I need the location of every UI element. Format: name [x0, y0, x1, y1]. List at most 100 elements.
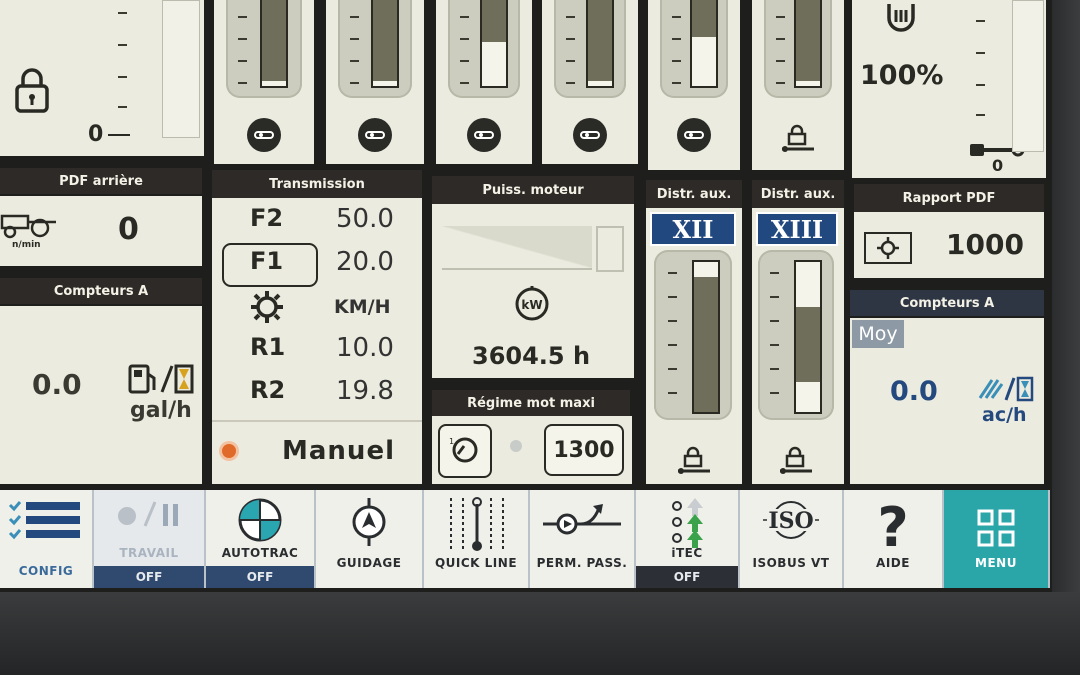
toolbar-button-menu[interactable]: MENU [944, 490, 1050, 588]
compteurs-left-panel[interactable]: 0.0 gal/h [0, 306, 202, 484]
itec-sequence-icon [636, 496, 738, 552]
distr-left-panel[interactable]: XII [646, 208, 742, 484]
toolbar-button-autotrac[interactable]: AUTOTRAC OFF [206, 490, 316, 588]
help-icon: ? [844, 496, 942, 552]
distr-right-gauge [758, 250, 834, 420]
toolbar-button-itec[interactable]: iTEC OFF [636, 490, 740, 588]
toolbar-button-travail[interactable]: TRAVAIL OFF [94, 490, 206, 588]
isobus-logo-icon: ISO [740, 496, 842, 546]
valve-control-button-5[interactable] [677, 118, 711, 152]
distr-left-fill [694, 277, 718, 412]
valve-control-button-2[interactable] [358, 118, 392, 152]
tractor-pto-icon [0, 210, 60, 244]
top-gauge-panel-2[interactable] [326, 0, 424, 164]
toolbar-state: OFF [94, 566, 204, 588]
top-gauge-bar-1 [260, 0, 288, 88]
gear-value-0: 50.0 [336, 204, 394, 234]
mode-indicator-dot [222, 444, 236, 458]
compteurs-right-unit: ac/h [982, 404, 1027, 426]
toolbar-label: AIDE [876, 556, 910, 570]
top-gauge-1 [226, 0, 302, 98]
rapport-pdf-panel[interactable]: 1000 [854, 212, 1044, 278]
gear-value-3: 10.0 [336, 333, 394, 363]
valve-icon [365, 131, 385, 139]
pdf-arriere-unit: n/min [12, 240, 41, 250]
distr-right-panel[interactable]: XIII [752, 208, 844, 484]
svg-text:?: ? [877, 496, 908, 552]
toolbar-label: QUICK LINE [434, 556, 518, 570]
top-gauge-5 [660, 0, 728, 98]
distr-right-bar [794, 260, 822, 414]
percent-gauge-panel[interactable]: 100% 0 [852, 0, 1046, 178]
top-gauge-bar-3 [480, 0, 508, 88]
toolbar-label: TRAVAIL [119, 546, 179, 560]
gear-value-1: 20.0 [336, 247, 394, 277]
regime-indicator-dot [510, 440, 522, 452]
top-gauge-panel-3[interactable] [436, 0, 532, 164]
svg-text:1: 1 [449, 437, 454, 446]
distr-left-gauge [654, 250, 732, 420]
rapport-pdf-header: Rapport PDF [854, 184, 1044, 212]
top-gauge-4 [554, 0, 626, 98]
top-gauge-panel-1[interactable] [214, 0, 314, 164]
toolbar-button-perm-pass[interactable]: PERM. PASS. [530, 490, 636, 588]
regime-header: Régime mot maxi [432, 390, 630, 416]
gear-label-r1: R1 [250, 333, 286, 361]
lock-gauge-panel[interactable]: 0 [0, 0, 204, 156]
toolbar-button-quick-line[interactable]: QUICK LINE [424, 490, 530, 588]
engine-speed-icon: 1 [449, 437, 478, 463]
compteurs-right-panel[interactable]: Moy 0.0 ac/h [850, 318, 1044, 484]
toolbar-button-isobus-vt[interactable]: ISO ISOBUS VT [740, 490, 844, 588]
top-gauge-panel-6[interactable] [752, 0, 844, 170]
regime-value-field[interactable]: 1300 [544, 424, 624, 476]
toolbar-state: OFF [636, 566, 738, 588]
toolbar-button-aide[interactable]: ? AIDE [844, 490, 944, 588]
svg-text:ISO: ISO [768, 508, 813, 534]
compteurs-left-header: Compteurs A [0, 278, 202, 304]
valve-control-button-4[interactable] [573, 118, 607, 152]
distr-right-fill [796, 307, 820, 382]
engine-speed-button[interactable]: 1 [438, 424, 492, 478]
top-gauge-6 [764, 0, 832, 98]
regime-panel[interactable]: 1 1300 [432, 416, 632, 484]
toolbar-label: MENU [975, 556, 1017, 570]
menu-grid-icon [944, 508, 1048, 548]
gear-label-r2: R2 [250, 376, 286, 404]
power-wedge-graph [442, 226, 592, 270]
puissance-panel[interactable]: kW 3604.5 h [432, 204, 634, 378]
gear-icon [250, 290, 284, 328]
bezel-bottom [0, 592, 1080, 675]
toolbar-button-guidage[interactable]: GUIDAGE [316, 490, 424, 588]
lock-gauge-bar [162, 0, 200, 138]
moy-tag[interactable]: Moy [852, 320, 904, 348]
area-timer-icon [978, 376, 1036, 406]
compteurs-left-unit: gal/h [130, 398, 192, 423]
transmission-panel[interactable]: F2 50.0 F1 20.0 KM/H R1 10.0 R2 19.8 Manuel [212, 198, 422, 484]
top-gauge-fill-4 [588, 0, 612, 81]
top-gauge-panel-5[interactable] [648, 0, 740, 170]
toolbar-label: ISOBUS VT [752, 556, 830, 570]
top-gauge-fill-5 [692, 0, 716, 37]
pdf-arriere-panel[interactable]: n/min 0 [0, 196, 202, 266]
transmission-divider [212, 420, 422, 422]
distr-left-bar [692, 260, 720, 414]
toolbar-label: PERM. PASS. [536, 556, 628, 570]
top-gauge-fill-1 [262, 0, 286, 81]
valve-icon [580, 131, 600, 139]
perm-pass-icon [530, 496, 634, 536]
toolbar-button-config[interactable]: CONFIG [0, 490, 94, 588]
zero-tick [108, 134, 130, 136]
compteurs-right-value: 0.0 [890, 376, 938, 407]
percent-value: 100% [860, 60, 944, 91]
selected-gear-box[interactable] [222, 243, 318, 287]
percent-gauge-bar [1012, 0, 1044, 152]
top-gauge-bar-4 [586, 0, 614, 88]
distr-right-label: XIII [756, 212, 838, 246]
valve-control-button-3[interactable] [467, 118, 501, 152]
top-gauge-panel-4[interactable] [542, 0, 638, 164]
lock-gauge-zero: 0 [88, 122, 104, 147]
toolbar-state: OFF [206, 566, 314, 588]
valve-control-button-1[interactable] [247, 118, 281, 152]
guidance-compass-icon [316, 496, 422, 548]
kw-engine-icon: kW [512, 282, 552, 326]
